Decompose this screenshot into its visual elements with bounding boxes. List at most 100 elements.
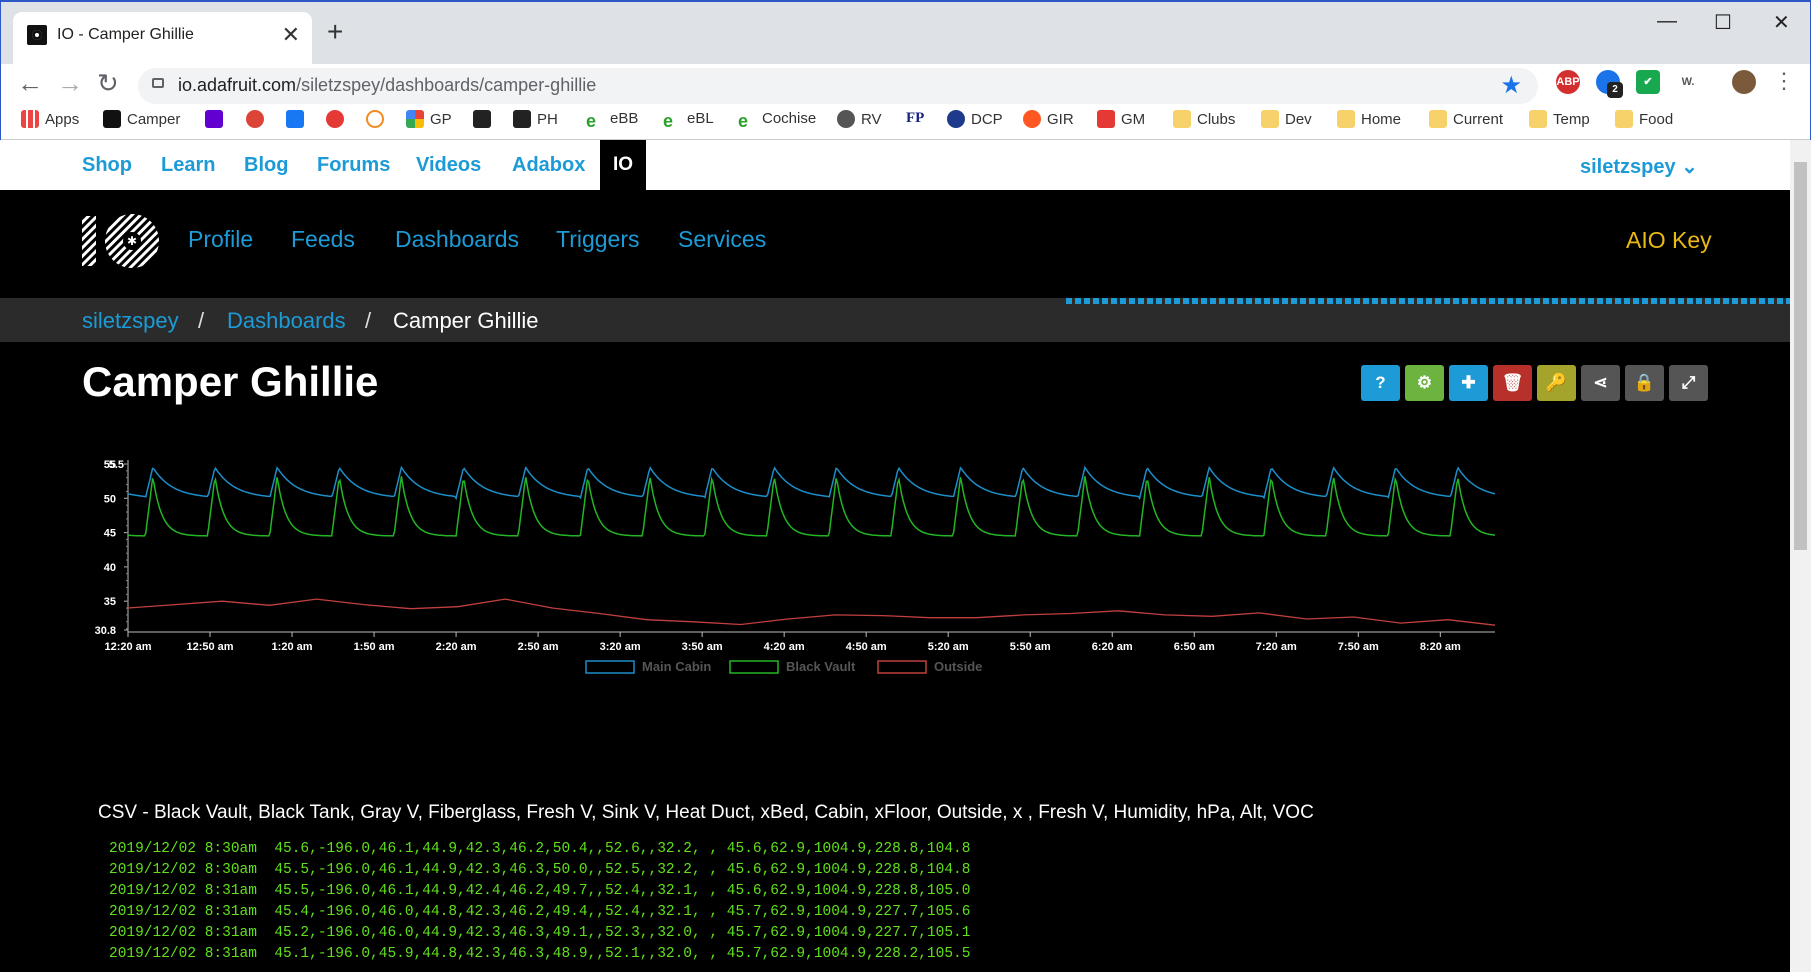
bookmark-gm[interactable]: GM xyxy=(1097,110,1145,136)
ie-green-icon: e xyxy=(586,111,597,131)
bookmark-fp[interactable]: FP xyxy=(906,110,924,136)
folder-icon xyxy=(1615,110,1633,128)
maximize-button[interactable]: ☐ xyxy=(1714,10,1732,35)
browser-tab[interactable]: IO - Camper Ghillie ✕ xyxy=(13,12,312,64)
x-tick-label: 1:20 am xyxy=(272,641,313,653)
scroll-thumb[interactable] xyxy=(1794,162,1807,550)
bookmark-orange[interactable] xyxy=(366,110,390,136)
bookmark-current[interactable]: Current xyxy=(1429,110,1503,136)
bookmark-gp[interactable]: GP xyxy=(406,110,452,136)
folder-icon xyxy=(1429,110,1447,128)
x-tick-label: 6:50 am xyxy=(1174,641,1215,653)
extension-badge: 2 xyxy=(1607,82,1623,98)
y-tick-label: 40 xyxy=(104,562,116,574)
camper-icon xyxy=(103,110,121,128)
bookmark-dev[interactable]: Dev xyxy=(1261,110,1312,136)
bookmark-cochise[interactable]: e Cochise xyxy=(738,110,816,136)
bookmark-clubs[interactable]: Clubs xyxy=(1173,110,1235,136)
address-bar[interactable]: io.adafruit.com/siletzspey/dashboards/ca… xyxy=(138,68,1538,104)
menu-kebab-icon[interactable]: ⋮ xyxy=(1773,68,1795,94)
flame-icon xyxy=(1023,110,1041,128)
adafruit-favicon-icon xyxy=(27,25,47,45)
csv-row: 2019/12/02 8:31am 45.5,-196.0,46.1,44.9,… xyxy=(109,883,971,899)
csv-row: 2019/12/02 8:31am 45.1,-196.0,45.9,44.8,… xyxy=(109,946,971,962)
bookmark-rv[interactable]: RV xyxy=(837,110,882,136)
x-tick-label: 5:50 am xyxy=(1010,641,1051,653)
vertical-scrollbar[interactable] xyxy=(1790,140,1811,972)
x-tick-label: 1:50 am xyxy=(354,641,395,653)
bookmark-red[interactable] xyxy=(326,110,350,136)
x-tick-label: 12:50 am xyxy=(186,641,233,653)
csv-header: CSV - Black Vault, Black Tank, Gray V, F… xyxy=(98,802,1314,823)
folder-icon xyxy=(1337,110,1355,128)
globe-icon xyxy=(837,110,855,128)
bookmark-apps[interactable]: Apps xyxy=(21,110,79,136)
bookmark-google[interactable] xyxy=(246,110,270,136)
bookmark-food[interactable]: Food xyxy=(1615,110,1673,136)
csv-row: 2019/12/02 8:31am 45.4,-196.0,46.0,44.8,… xyxy=(109,904,971,920)
tab-title: IO - Camper Ghillie xyxy=(57,26,194,43)
reload-icon[interactable]: ↻ xyxy=(97,68,119,99)
series-line-outside xyxy=(127,598,1496,626)
map-pin-icon xyxy=(1097,110,1115,128)
legend-label: Main Cabin xyxy=(642,659,711,674)
close-window-button[interactable]: ✕ xyxy=(1773,10,1790,35)
tab-strip: IO - Camper Ghillie ✕ + — ☐ ✕ xyxy=(1,2,1810,64)
bookmark-camper[interactable]: Camper xyxy=(103,110,180,136)
csv-row: 2019/12/02 8:30am 45.5,-196.0,46.1,44.9,… xyxy=(109,862,971,878)
y-tick-label: 5.5 xyxy=(109,459,124,471)
bookmark-gir[interactable]: GIR xyxy=(1023,110,1074,136)
x-tick-label: 8:20 am xyxy=(1420,641,1461,653)
bookmarks-bar: Apps Camper GP PH e eBB e eBL e Cochise RV … xyxy=(1,108,1810,140)
legend-swatch xyxy=(877,660,927,674)
adblock-extension-icon[interactable]: ABP xyxy=(1556,70,1580,94)
y-tick-label: 35 xyxy=(104,596,116,608)
forward-icon[interactable]: → xyxy=(57,68,83,99)
x-tick-label: 2:50 am xyxy=(518,641,559,653)
folder-icon xyxy=(1173,110,1191,128)
x-tick-label: 5:20 am xyxy=(928,641,969,653)
w-extension-icon[interactable]: W. xyxy=(1676,70,1700,94)
google-icon xyxy=(246,110,264,128)
x-tick-label: 7:50 am xyxy=(1338,641,1379,653)
series-line-main-cabin xyxy=(127,465,1496,501)
back-icon[interactable]: ← xyxy=(17,68,43,99)
x-tick-label: 4:50 am xyxy=(846,641,887,653)
x-tick-label: 3:20 am xyxy=(600,641,641,653)
dcp-icon xyxy=(947,110,965,128)
new-tab-button[interactable]: + xyxy=(327,16,343,48)
facebook-icon xyxy=(286,110,304,128)
bookmark-facebook[interactable] xyxy=(286,110,310,136)
series-line-black-vault xyxy=(127,476,1496,537)
google-photos-icon xyxy=(406,110,424,128)
close-tab-button[interactable]: ✕ xyxy=(282,22,300,48)
x-tick-label: 2:20 am xyxy=(436,641,477,653)
bookmark-temp[interactable]: Temp xyxy=(1529,110,1590,136)
bookmark-dcp[interactable]: DCP xyxy=(947,110,1003,136)
bookmark-ph[interactable]: PH xyxy=(513,110,558,136)
csv-row: 2019/12/02 8:30am 45.6,-196.0,46.1,44.9,… xyxy=(109,841,971,857)
y-tick-label: 30.8 xyxy=(95,625,116,637)
x-tick-label: 4:20 am xyxy=(764,641,805,653)
legend-swatch xyxy=(729,660,779,674)
bookmark-ebl[interactable]: e eBL xyxy=(663,110,714,136)
page-content: Shop Learn Blog Forums Videos Adabox IO … xyxy=(0,140,1790,972)
bookmark-yahoo[interactable] xyxy=(205,110,229,136)
x-tick-label: 7:20 am xyxy=(1256,641,1297,653)
ie-green-icon: e xyxy=(738,111,749,131)
yahoo-icon xyxy=(205,110,223,128)
profile-avatar[interactable] xyxy=(1732,70,1756,94)
x-tick-label: 12:20 am xyxy=(104,641,151,653)
bookmark-ebb[interactable]: e eBB xyxy=(586,110,638,136)
checkmark-extension-icon[interactable]: ✔ xyxy=(1636,70,1660,94)
minimize-button[interactable]: — xyxy=(1657,10,1677,33)
lock-icon xyxy=(152,78,164,88)
orange-ring-icon xyxy=(366,110,384,128)
folder-icon xyxy=(1261,110,1279,128)
bookmark-wu[interactable] xyxy=(473,110,497,136)
ph-icon xyxy=(513,110,531,128)
bookmark-star-icon[interactable]: ★ xyxy=(1500,71,1522,100)
legend-label: Outside xyxy=(934,659,982,674)
csv-row: 2019/12/02 8:31am 45.2,-196.0,46.0,44.9,… xyxy=(109,925,971,941)
bookmark-home[interactable]: Home xyxy=(1337,110,1401,136)
